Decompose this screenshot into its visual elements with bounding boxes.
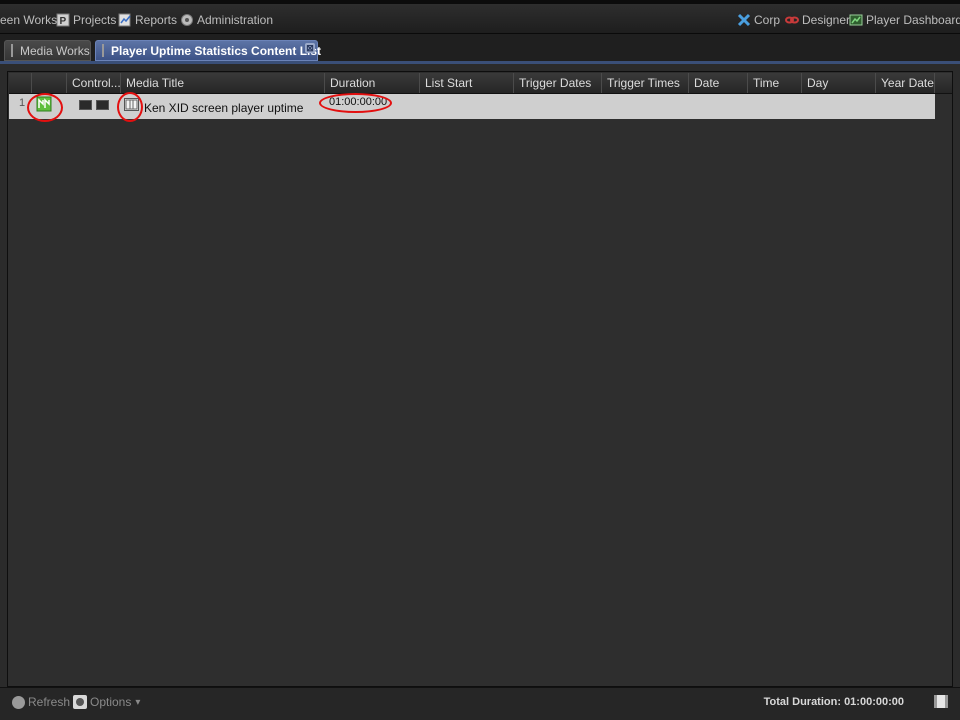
menu-projects[interactable]: P Projects [56,11,116,29]
player-control-icon[interactable] [79,100,92,110]
column-header-trigger-dates[interactable]: Trigger Dates [513,73,601,93]
column-header-trigger-times[interactable]: Trigger Times [601,73,688,93]
highlight-circle-status [27,93,63,122]
column-header-duration[interactable]: Duration [324,73,419,93]
refresh-icon [12,695,25,709]
menu-designer[interactable]: Designer [785,11,850,29]
menu-label: Designer [802,13,851,27]
menu-label: Player Dashboard [866,13,960,27]
highlight-circle-duration [319,93,392,113]
column-header-status [31,73,66,93]
options-label: Options [90,695,132,709]
designer-icon [785,13,799,27]
document-icon [102,44,104,57]
content-list-grid: Control... Media Title Duration List Sta… [7,71,953,687]
dashboard-icon [849,13,863,27]
options-button[interactable]: Options ▾ [73,695,140,709]
tab-player-uptime-statistics[interactable]: Player Uptime Statistics Content List ⊠ [95,40,322,61]
highlight-circle-media-icon [117,92,143,122]
menu-corp[interactable]: Corp [737,11,780,29]
table-row[interactable]: 1 Ken XID screen player uptime 01:00:00:… [9,94,935,119]
total-duration: Total Duration: 01:00:00:00 [763,696,904,708]
column-header-media-title[interactable]: Media Title [120,73,324,93]
column-header-year-date[interactable]: Year Date [875,73,934,93]
menu-screen-works[interactable]: een Works [0,11,57,29]
menu-label: Corp [754,13,781,27]
film-icon[interactable] [934,695,948,708]
top-menu-bar: een Works P Projects Reports Administrat… [0,0,960,34]
projects-icon: P [56,13,70,27]
media-title-cell[interactable]: Ken XID screen player uptime [144,101,303,115]
document-icon [11,44,13,57]
menu-reports[interactable]: Reports [118,11,177,29]
svg-text:P: P [60,16,67,27]
grid-header: Control... Media Title Duration List Sta… [9,73,952,94]
column-header-controls[interactable]: Control... [66,73,120,93]
tab-media-works[interactable]: Media Works [4,40,91,61]
menu-label: Administration [197,13,274,27]
column-header-row-number [9,73,31,93]
column-header-filler [934,73,952,93]
refresh-button[interactable]: Refresh [12,695,70,709]
chevron-down-icon: ▾ [135,696,141,708]
tab-label: Media Works [20,43,90,58]
menu-label: Projects [73,13,117,27]
menu-player-dashboard[interactable]: Player Dashboard [849,11,960,29]
tab-label: Player Uptime Statistics Content List [111,43,322,58]
menu-label: een Works [0,13,58,27]
bottom-toolbar: Refresh Options ▾ Total Duration: 01:00:… [0,687,960,720]
column-header-date[interactable]: Date [688,73,747,93]
menu-label: Reports [135,13,178,27]
row-number: 1 [19,97,26,109]
corp-icon [737,13,751,27]
close-tab-icon[interactable]: ⊠ [305,43,315,53]
admin-icon [180,13,194,27]
tab-bar: Media Works Player Uptime Statistics Con… [0,34,960,64]
gear-icon [73,695,87,709]
menu-administration[interactable]: Administration [180,11,273,29]
column-header-list-start[interactable]: List Start [419,73,513,93]
refresh-label: Refresh [28,695,71,709]
reports-icon [118,13,132,27]
video-control-icon[interactable] [96,100,109,110]
column-header-time[interactable]: Time [747,73,801,93]
column-header-day[interactable]: Day [801,73,875,93]
